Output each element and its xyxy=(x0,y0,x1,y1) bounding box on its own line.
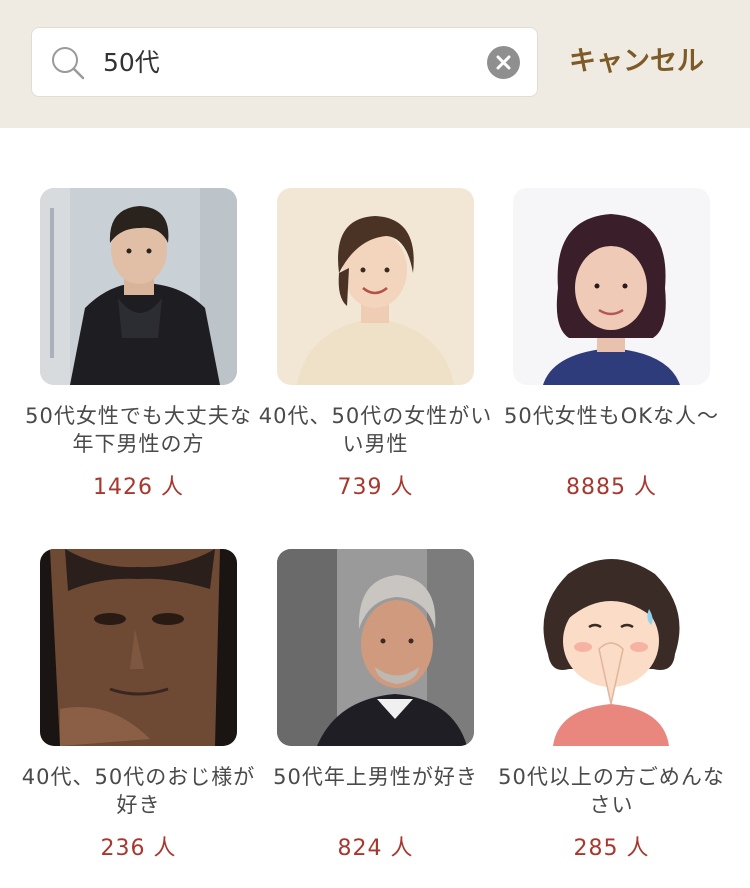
member-count: 8885 人 xyxy=(566,475,657,500)
community-card[interactable]: 50代女性もOKな人〜 8885 人 xyxy=(504,188,750,508)
older-man-photo xyxy=(40,549,237,746)
community-title: 50代年上男性が好き xyxy=(273,765,478,789)
community-card[interactable]: 50代女性でも大丈夫な年下男性の方 1426 人 xyxy=(25,188,280,508)
community-title: 40代、50代のおじ様が好き xyxy=(21,765,256,817)
community-title: 50代以上の方ごめんなさい xyxy=(498,765,725,817)
apologizing-girl-illustration xyxy=(513,549,710,746)
community-card[interactable]: 50代以上の方ごめんなさい 285 人 xyxy=(498,549,750,869)
member-count: 824 人 xyxy=(337,836,414,861)
community-thumbnail[interactable] xyxy=(40,188,237,385)
young-man-photo xyxy=(40,188,237,385)
smiling-woman-photo xyxy=(277,188,474,385)
search-icon xyxy=(50,45,86,81)
community-thumbnail[interactable] xyxy=(513,188,710,385)
community-title: 40代、50代の女性がいい男性 xyxy=(258,404,493,456)
clear-icon[interactable] xyxy=(487,46,520,79)
community-thumbnail[interactable] xyxy=(277,549,474,746)
bob-haired-woman-photo xyxy=(513,188,710,385)
community-title: 50代女性もOKな人〜 xyxy=(503,404,720,428)
community-card[interactable]: 40代、50代のおじ様が好き 236 人 xyxy=(22,549,280,869)
member-count: 285 人 xyxy=(573,836,650,861)
community-thumbnail[interactable] xyxy=(40,549,237,746)
search-query[interactable]: 50代 xyxy=(103,45,160,81)
community-card[interactable]: 40代、50代の女性がいい男性 739 人 xyxy=(259,188,517,508)
community-thumbnail[interactable] xyxy=(277,188,474,385)
gray-haired-man-photo xyxy=(277,549,474,746)
member-count: 739 人 xyxy=(337,475,414,500)
search-header: 50代 キャンセル xyxy=(0,0,750,128)
community-thumbnail[interactable] xyxy=(513,549,710,746)
community-grid: 50代女性でも大丈夫な年下男性の方 1426 人 40代、50代の女性がいい男性… xyxy=(0,128,750,888)
community-title: 50代女性でも大丈夫な年下男性の方 xyxy=(25,404,252,456)
community-card[interactable]: 50代年上男性が好き 824 人 xyxy=(273,549,517,869)
member-count: 1426 人 xyxy=(93,475,184,500)
cancel-button[interactable]: キャンセル xyxy=(569,42,704,82)
member-count: 236 人 xyxy=(100,836,177,861)
search-input[interactable]: 50代 xyxy=(31,27,538,97)
